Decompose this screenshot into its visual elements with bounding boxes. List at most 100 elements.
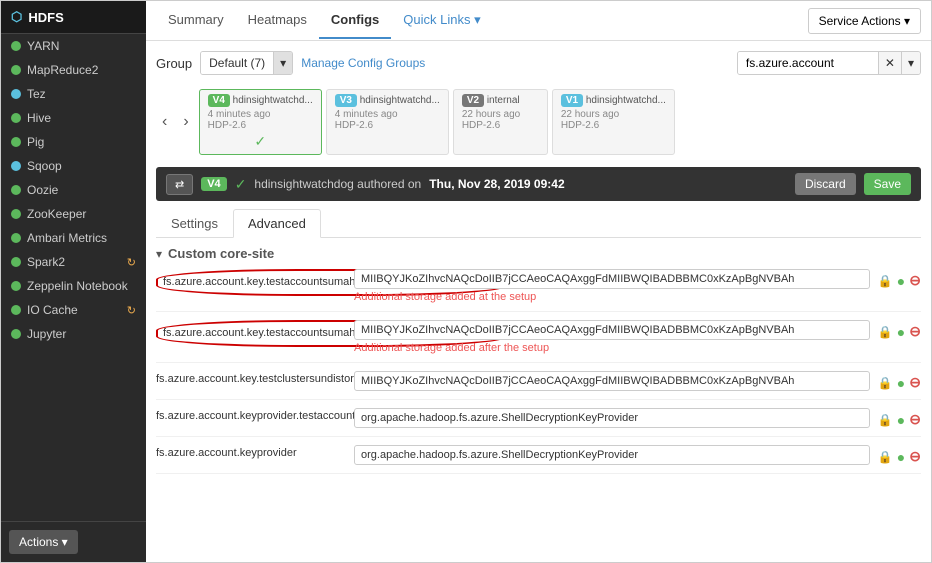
lock-icon[interactable]: 🔒 bbox=[878, 376, 893, 390]
sidebar-header: ⬡ HDFS bbox=[1, 1, 146, 34]
settings-tab-settings[interactable]: Settings bbox=[156, 209, 233, 237]
delete-config-icon[interactable]: ⊖ bbox=[909, 374, 921, 391]
status-indicator bbox=[11, 137, 21, 147]
sidebar-item-label: IO Cache bbox=[27, 303, 78, 317]
sidebar-item-label: YARN bbox=[27, 39, 59, 53]
discard-button[interactable]: Discard bbox=[795, 173, 856, 195]
section-header: ▾ Custom core-site bbox=[156, 246, 921, 261]
actions-button[interactable]: Actions ▾ bbox=[9, 530, 78, 554]
nav-tab-configs[interactable]: Configs bbox=[319, 2, 391, 39]
search-dropdown-icon[interactable]: ▾ bbox=[901, 52, 920, 74]
active-version-checkmark: ✓ bbox=[208, 133, 313, 150]
status-indicator bbox=[11, 65, 21, 75]
lock-icon[interactable]: 🔒 bbox=[878, 325, 893, 339]
prev-version-arrow[interactable]: ‹ bbox=[156, 111, 173, 133]
version-badge: V3 bbox=[335, 94, 357, 107]
sidebar: ⬡ HDFS YARN MapReduce2 Tez HivePig Sqoop Oozi… bbox=[1, 1, 146, 562]
config-value-input[interactable] bbox=[354, 269, 870, 289]
sidebar-item-pig[interactable]: Pig bbox=[1, 130, 146, 154]
group-dropdown[interactable]: Default (7) ▾ bbox=[200, 51, 293, 75]
top-nav: SummaryHeatmapsConfigsQuick Links ▾ Serv… bbox=[146, 1, 931, 41]
sidebar-item-label: Oozie bbox=[27, 183, 58, 197]
sidebar-item-sqoop[interactable]: Sqoop bbox=[1, 154, 146, 178]
settings-tab-advanced[interactable]: Advanced bbox=[233, 209, 321, 238]
next-version-arrow[interactable]: › bbox=[177, 111, 194, 133]
version-card-v2[interactable]: V2 internal22 hours agoHDP-2.6 bbox=[453, 89, 548, 155]
section-toggle[interactable]: ▾ bbox=[156, 247, 162, 261]
action-bar: ⇄ V4 ✓ hdinsightwatchdog authored on Thu… bbox=[156, 167, 921, 201]
group-dropdown-arrow[interactable]: ▾ bbox=[273, 52, 292, 74]
sidebar-item-mapreduce2[interactable]: MapReduce2 bbox=[1, 58, 146, 82]
sidebar-item-label: Jupyter bbox=[27, 327, 66, 341]
sidebar-title: HDFS bbox=[28, 10, 63, 25]
version-hdp: HDP-2.6 bbox=[335, 120, 440, 131]
config-row: fs.azure.account.key.testaccountsumahmud… bbox=[156, 320, 921, 363]
sidebar-item-label: Spark2 bbox=[27, 255, 65, 269]
version-name: internal bbox=[487, 95, 520, 106]
delete-config-icon[interactable]: ⊖ bbox=[909, 448, 921, 465]
config-row: fs.azure.account.keyprovider🔒●⊖ bbox=[156, 445, 921, 474]
sidebar-item-label: Tez bbox=[27, 87, 46, 101]
lock-icon[interactable]: 🔒 bbox=[878, 450, 893, 464]
delete-config-icon[interactable]: ⊖ bbox=[909, 272, 921, 289]
version-name: hdinsightwatchd... bbox=[360, 95, 440, 106]
delete-config-icon[interactable]: ⊖ bbox=[909, 323, 921, 340]
date-text: Thu, Nov 28, 2019 09:42 bbox=[429, 177, 564, 191]
sidebar-item-oozie[interactable]: Oozie bbox=[1, 178, 146, 202]
version-card-v3[interactable]: V3 hdinsightwatchd...4 minutes agoHDP-2.… bbox=[326, 89, 449, 155]
sidebar-item-yarn[interactable]: YARN bbox=[1, 34, 146, 58]
search-clear-icon[interactable]: ✕ bbox=[878, 52, 901, 74]
refresh-icon[interactable]: ↻ bbox=[127, 256, 136, 269]
version-time: 22 hours ago bbox=[462, 109, 539, 120]
sidebar-item-zeppelin-notebook[interactable]: Zeppelin Notebook bbox=[1, 274, 146, 298]
nav-tab-quick-links--[interactable]: Quick Links ▾ bbox=[391, 2, 492, 40]
lock-icon[interactable]: 🔒 bbox=[878, 274, 893, 288]
hdfs-icon: ⬡ bbox=[11, 9, 22, 25]
config-value-input[interactable] bbox=[354, 408, 870, 428]
sidebar-item-label: MapReduce2 bbox=[27, 63, 98, 77]
status-indicator bbox=[11, 113, 21, 123]
lock-icon[interactable]: 🔒 bbox=[878, 413, 893, 427]
version-time: 22 hours ago bbox=[561, 109, 666, 120]
sidebar-item-tez[interactable]: Tez bbox=[1, 82, 146, 106]
sidebar-item-label: Sqoop bbox=[27, 159, 62, 173]
save-button[interactable]: Save bbox=[864, 173, 911, 195]
add-config-icon[interactable]: ● bbox=[897, 449, 905, 465]
sidebar-item-ambari-metrics[interactable]: Ambari Metrics bbox=[1, 226, 146, 250]
actions-label: Actions ▾ bbox=[19, 535, 68, 549]
sidebar-item-zookeeper[interactable]: ZooKeeper bbox=[1, 202, 146, 226]
manage-config-groups-link[interactable]: Manage Config Groups bbox=[301, 56, 425, 70]
config-rows-container: fs.azure.account.key.testaccountsumahmud… bbox=[156, 269, 921, 474]
service-actions-button[interactable]: Service Actions ▾ bbox=[808, 8, 921, 34]
status-indicator bbox=[11, 257, 21, 267]
add-config-icon[interactable]: ● bbox=[897, 412, 905, 428]
config-value-input[interactable] bbox=[354, 371, 870, 391]
add-config-icon[interactable]: ● bbox=[897, 273, 905, 289]
delete-config-icon[interactable]: ⊖ bbox=[909, 411, 921, 428]
version-card-v1[interactable]: V1 hdinsightwatchd...22 hours agoHDP-2.6 bbox=[552, 89, 675, 155]
sidebar-item-spark2[interactable]: Spark2 ↻ bbox=[1, 250, 146, 274]
version-card-v4[interactable]: V4 hdinsightwatchd...4 minutes agoHDP-2.… bbox=[199, 89, 322, 155]
settings-tabs: SettingsAdvanced bbox=[156, 209, 921, 238]
version-time: 4 minutes ago bbox=[208, 109, 313, 120]
nav-tab-summary[interactable]: Summary bbox=[156, 2, 236, 39]
config-value-input[interactable] bbox=[354, 320, 870, 340]
status-indicator bbox=[11, 281, 21, 291]
compare-button[interactable]: ⇄ bbox=[166, 174, 193, 195]
nav-tab-heatmaps[interactable]: Heatmaps bbox=[236, 2, 319, 39]
config-value-input[interactable] bbox=[354, 445, 870, 465]
config-note: Additional storage added at the setup bbox=[354, 291, 870, 303]
sidebar-item-hive[interactable]: Hive bbox=[1, 106, 146, 130]
action-version-badge: V4 bbox=[201, 177, 226, 191]
nav-tabs: SummaryHeatmapsConfigsQuick Links ▾ bbox=[156, 2, 804, 40]
version-hdp: HDP-2.6 bbox=[561, 120, 666, 131]
section-title: Custom core-site bbox=[168, 246, 274, 261]
add-config-icon[interactable]: ● bbox=[897, 324, 905, 340]
refresh-icon[interactable]: ↻ bbox=[127, 304, 136, 317]
search-input[interactable] bbox=[738, 52, 878, 74]
config-row: fs.azure.account.key.testclustersundisto… bbox=[156, 371, 921, 400]
sidebar-item-jupyter[interactable]: Jupyter bbox=[1, 322, 146, 346]
add-config-icon[interactable]: ● bbox=[897, 375, 905, 391]
sidebar-item-io-cache[interactable]: IO Cache ↻ bbox=[1, 298, 146, 322]
version-cards: V4 hdinsightwatchd...4 minutes agoHDP-2.… bbox=[199, 89, 675, 155]
